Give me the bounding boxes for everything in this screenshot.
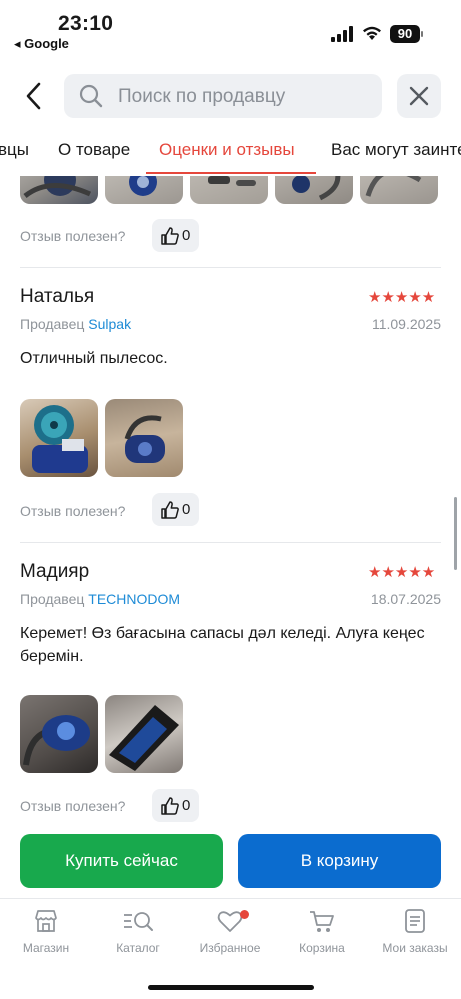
helpful-label: Отзыв полезен?	[20, 798, 126, 814]
review-photo[interactable]	[20, 695, 98, 773]
rating-stars: ★★★★★	[368, 289, 436, 306]
notification-badge	[240, 910, 249, 919]
battery-tip	[421, 31, 423, 37]
search-icon	[79, 84, 103, 108]
status-time: 23:10	[58, 12, 114, 35]
review-divider	[20, 542, 441, 543]
buy-now-button[interactable]: Купить сейчас	[20, 834, 223, 888]
review-photo[interactable]	[105, 176, 183, 204]
helpful-label: Отзыв полезен?	[20, 503, 126, 519]
tab-ratings-reviews[interactable]: Оценки и отзывы	[159, 140, 295, 160]
scrollbar[interactable]	[454, 497, 457, 570]
reviews-feed[interactable]: Отзыв полезен? 0 Наталья ★★★★★ Продавец …	[0, 176, 461, 831]
home-indicator[interactable]	[148, 985, 314, 990]
tab-sellers[interactable]: вцы	[0, 140, 29, 160]
like-button[interactable]: 0	[152, 493, 199, 526]
search-placeholder: Поиск по продавцу	[118, 86, 286, 107]
like-count: 0	[182, 797, 191, 814]
review-divider	[20, 267, 441, 268]
nav-label: Мои заказы	[382, 941, 448, 955]
cart-icon	[310, 911, 334, 932]
seller-link[interactable]: TECHNODOM	[88, 591, 180, 607]
review-author: Наталья	[20, 286, 95, 307]
back-to-app-link[interactable]: ◂ Google	[14, 36, 69, 52]
bottom-nav: Магазин Каталог Избранное Корзина Мои за…	[0, 898, 461, 999]
chevron-left-icon	[26, 82, 41, 110]
seller-prefix: Продавец	[20, 316, 85, 332]
review-author: Мадияр	[20, 561, 90, 582]
nav-label: Каталог	[116, 941, 160, 955]
review-photo[interactable]	[20, 399, 98, 477]
review-date: 11.09.2025	[371, 316, 441, 332]
review-seller: Продавец TECHNODOM	[20, 591, 180, 607]
wifi-icon	[363, 26, 381, 40]
status-bar: 23:10 ◂ Google 90	[0, 0, 461, 60]
nav-item-store[interactable]: Магазин	[0, 907, 92, 955]
thumbs-up-icon	[161, 797, 179, 815]
review-photo[interactable]	[275, 176, 353, 204]
nav-label: Магазин	[22, 941, 70, 955]
catalog-search-icon	[124, 912, 153, 931]
tab-about-product[interactable]: О товаре	[58, 140, 130, 160]
review-photo[interactable]	[360, 176, 438, 204]
like-count: 0	[182, 501, 191, 518]
review-seller: Продавец Sulpak	[20, 316, 131, 332]
orders-icon	[405, 909, 425, 933]
section-tabs: вцы О товаре Оценки и отзывы Вас могут з…	[0, 128, 461, 174]
like-count: 0	[182, 227, 191, 244]
like-button[interactable]: 0	[152, 789, 199, 822]
like-button[interactable]: 0	[152, 219, 199, 252]
seller-search-input[interactable]: Поиск по продавцу	[64, 74, 382, 118]
nav-item-favorites[interactable]: Избранное	[184, 907, 276, 955]
nav-item-catalog[interactable]: Каталог	[92, 907, 184, 955]
review-date: 18.07.2025	[370, 591, 441, 607]
nav-label: Избранное	[199, 941, 261, 955]
rating-stars: ★★★★★	[368, 564, 436, 581]
battery-icon: 90	[390, 25, 420, 43]
back-button[interactable]	[18, 78, 52, 114]
thumbs-up-icon	[161, 227, 179, 245]
signal-icon	[331, 26, 353, 42]
nav-label: Корзина	[299, 941, 345, 955]
review-text: Отличный пылесос.	[20, 350, 168, 367]
thumbs-up-icon	[161, 501, 179, 519]
store-icon	[35, 910, 57, 932]
review-photo[interactable]	[190, 176, 268, 204]
seller-link[interactable]: Sulpak	[88, 316, 131, 332]
tab-you-may-like[interactable]: Вас могут заинтересовать	[331, 140, 461, 160]
seller-prefix: Продавец	[20, 591, 85, 607]
close-button[interactable]	[397, 74, 441, 118]
active-tab-indicator	[146, 172, 316, 174]
review-photo[interactable]	[20, 176, 98, 204]
nav-item-cart[interactable]: Корзина	[276, 907, 368, 955]
review-photo[interactable]	[105, 695, 183, 773]
review-text: Керемет! Өз бағасына сапасы дәл келеді. …	[20, 625, 425, 665]
review-photo[interactable]	[105, 399, 183, 477]
close-icon	[409, 86, 429, 106]
add-to-cart-button[interactable]: В корзину	[238, 834, 441, 888]
nav-item-orders[interactable]: Мои заказы	[369, 907, 461, 955]
helpful-label: Отзыв полезен?	[20, 228, 126, 244]
